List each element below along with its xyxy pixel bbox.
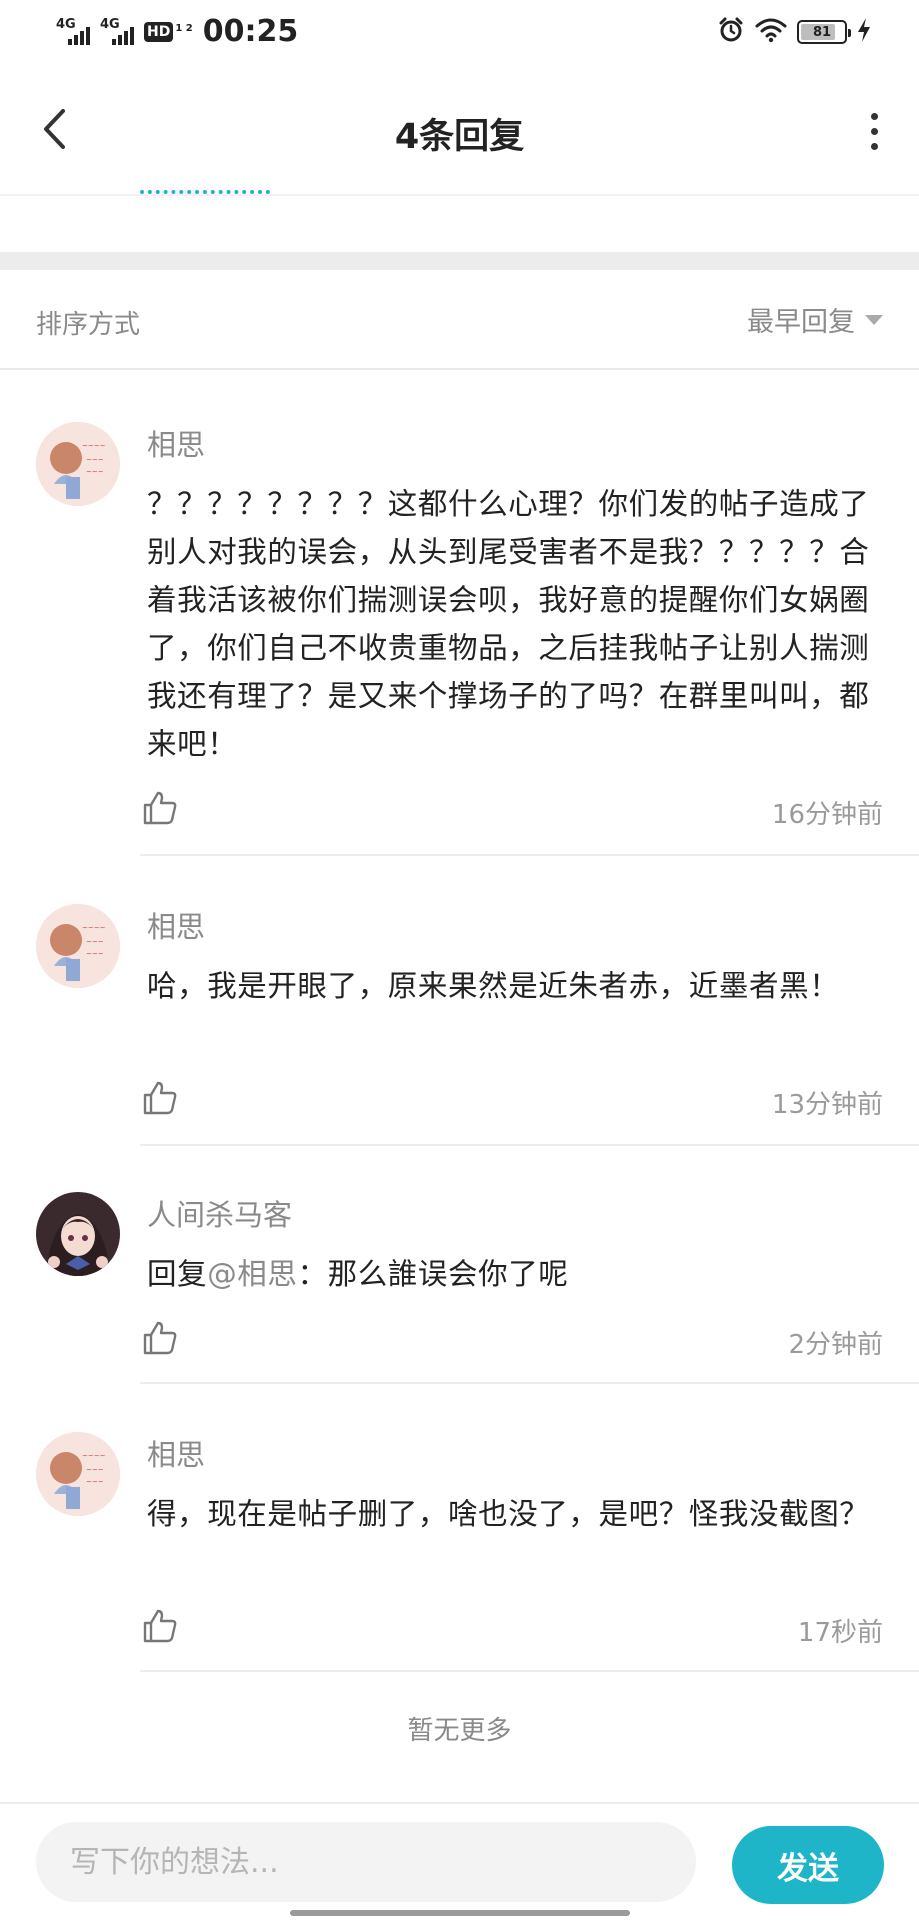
svg-text:~~~~: ~~~~ bbox=[82, 442, 106, 450]
comment-divider bbox=[140, 1144, 919, 1146]
comment-time: 2分钟前 bbox=[788, 1330, 883, 1360]
comment-divider bbox=[140, 1382, 919, 1384]
comment-username[interactable]: 相思 bbox=[147, 1432, 205, 1474]
avatar[interactable] bbox=[36, 1192, 120, 1276]
svg-text:~~~: ~~~ bbox=[86, 950, 104, 958]
reply-input[interactable] bbox=[36, 1822, 696, 1902]
mention-link[interactable]: @相思 bbox=[207, 1257, 297, 1291]
hd-sim-indicator: 1 2 bbox=[175, 23, 193, 34]
comment-username[interactable]: 相思 bbox=[147, 422, 205, 464]
caret-down-icon bbox=[865, 314, 883, 325]
comment-divider bbox=[140, 854, 919, 856]
scrolled-content-edge bbox=[140, 186, 280, 198]
battery-icon: 81 bbox=[797, 20, 851, 44]
top-app-bar: 4条回复 bbox=[0, 64, 919, 194]
avatar[interactable]: ~~~~ ~~~ ~~~ bbox=[36, 1432, 120, 1516]
signal-icon: 4G bbox=[100, 17, 134, 47]
comment-text: 回复@相思：那么誰误会你了呢 bbox=[147, 1250, 887, 1298]
charging-icon bbox=[857, 17, 871, 47]
avatar[interactable]: ~~~~ ~~~ ~~~ bbox=[36, 422, 120, 506]
signal-icon: 4G bbox=[56, 17, 90, 47]
comment-time: 13分钟前 bbox=[771, 1090, 883, 1120]
sort-order-value: 最早回复 bbox=[747, 307, 855, 338]
end-of-list-label: 暂无更多 bbox=[407, 1716, 512, 1746]
like-button[interactable] bbox=[142, 1608, 178, 1644]
svg-text:~~~~: ~~~~ bbox=[82, 924, 106, 932]
svg-text:~~~: ~~~ bbox=[86, 456, 104, 464]
comment-time: 16分钟前 bbox=[771, 800, 883, 830]
like-button[interactable] bbox=[142, 1080, 178, 1116]
compose-bar: 发送 bbox=[0, 1802, 919, 1920]
comment-username[interactable]: 相思 bbox=[147, 904, 205, 946]
wifi-icon bbox=[755, 17, 787, 47]
sort-bar: 排序方式 最早回复 bbox=[0, 270, 919, 370]
sort-order-dropdown[interactable]: 最早回复 bbox=[747, 300, 883, 339]
thumbs-up-icon bbox=[143, 1321, 177, 1355]
more-options-button[interactable] bbox=[859, 108, 889, 154]
page-title: 4条回复 bbox=[394, 117, 525, 157]
like-button[interactable] bbox=[142, 790, 178, 826]
hd-voice-icon: HD bbox=[144, 21, 174, 42]
thumbs-up-icon bbox=[143, 1609, 177, 1643]
comment-time: 17秒前 bbox=[797, 1618, 883, 1648]
battery-level: 81 bbox=[812, 24, 832, 40]
svg-text:~~~: ~~~ bbox=[86, 1478, 104, 1486]
sort-label: 排序方式 bbox=[36, 310, 141, 340]
thumbs-up-icon bbox=[143, 791, 177, 825]
status-bar: 4G 4G HD 1 2 00:25 81 bbox=[0, 0, 919, 64]
clock: 00:25 bbox=[202, 14, 299, 49]
svg-text:~~~: ~~~ bbox=[86, 468, 104, 476]
more-vertical-icon bbox=[870, 112, 878, 120]
comment-username[interactable]: 人间杀马客 bbox=[147, 1192, 292, 1234]
section-separator bbox=[0, 252, 919, 270]
comment-text: 哈，我是开眼了，原来果然是近朱者赤，近墨者黑！ bbox=[147, 969, 840, 1003]
reply-prefix: 回复 bbox=[147, 1257, 208, 1291]
like-button[interactable] bbox=[142, 1320, 178, 1356]
reply-body: ：那么誰误会你了呢 bbox=[297, 1257, 569, 1291]
svg-text:~~~~: ~~~~ bbox=[82, 1452, 106, 1460]
home-indicator[interactable] bbox=[290, 1910, 630, 1916]
send-button[interactable]: 发送 bbox=[732, 1826, 884, 1904]
comment-text: 得，现在是帖子删了，啥也没了，是吧？怪我没截图？ bbox=[147, 1497, 870, 1531]
svg-text:~~~: ~~~ bbox=[86, 1466, 104, 1474]
thumbs-up-icon bbox=[143, 1081, 177, 1115]
svg-text:~~~: ~~~ bbox=[86, 938, 104, 946]
comment-divider bbox=[140, 1670, 919, 1672]
comment-text: ？？？？？？？？这都什么心理？你们发的帖子造成了别人对我的误会，从头到尾受害者不… bbox=[147, 487, 870, 761]
alarm-icon bbox=[717, 16, 745, 48]
avatar[interactable]: ~~~~ ~~~ ~~~ bbox=[36, 904, 120, 988]
header-divider bbox=[0, 194, 919, 196]
